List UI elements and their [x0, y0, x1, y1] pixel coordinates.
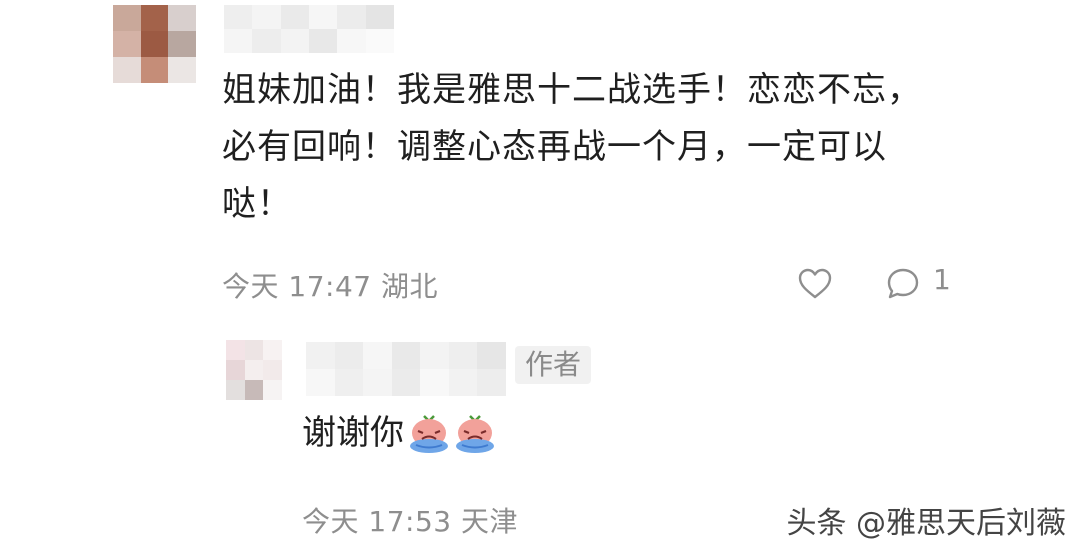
avatar[interactable] [113, 5, 196, 83]
reply-text-content: 谢谢你 [302, 413, 404, 453]
crying-emoji-icon [456, 415, 494, 453]
heart-outline-icon[interactable] [797, 266, 833, 302]
comment-meta: 今天 17:47 湖北 [222, 270, 438, 303]
reply-meta: 今天 17:53 天津 [302, 505, 518, 538]
avatar[interactable] [226, 340, 282, 400]
comment-bubble-icon[interactable] [885, 266, 921, 302]
author-badge: 作者 [515, 346, 592, 384]
watermark: 头条 @雅思天后刘薇 [786, 506, 1066, 541]
comment-text: 姐妹加油！我是雅思十二战选手！恋恋不忘，必有回响！调整心态再战一个月，一定可以哒… [222, 70, 922, 224]
username-blurred[interactable] [306, 342, 506, 396]
reply-count: 1 [933, 263, 951, 296]
crying-emoji-icon [410, 415, 448, 453]
reply-text: 谢谢你 [302, 408, 496, 458]
username-blurred[interactable] [224, 5, 394, 53]
